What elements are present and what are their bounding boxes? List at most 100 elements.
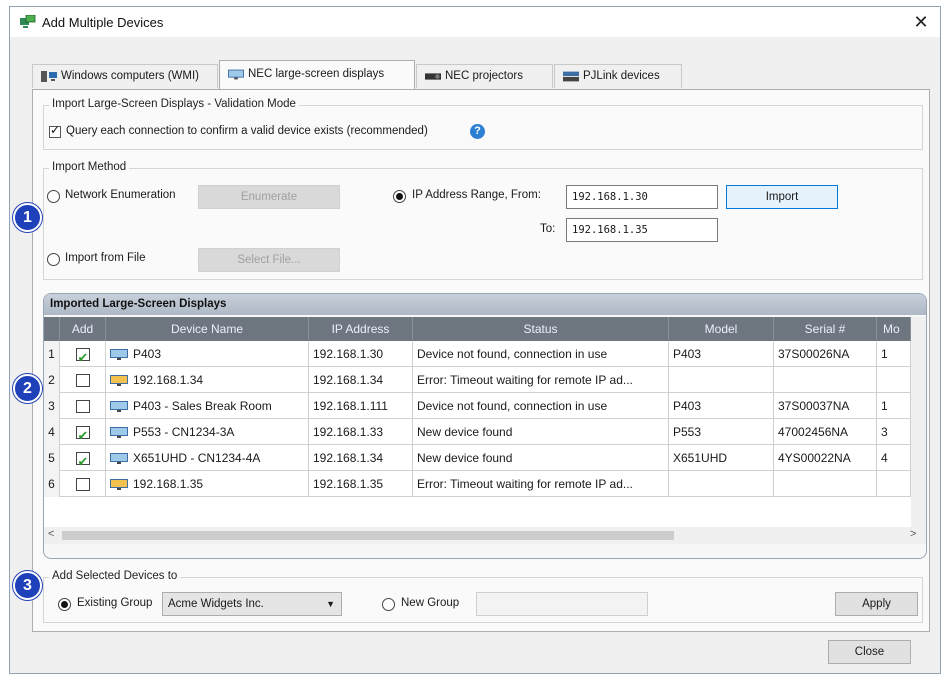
add-checkbox-cell[interactable] (60, 367, 106, 393)
close-icon[interactable]: ✕ (910, 11, 932, 33)
model-cell: P553 (669, 419, 774, 445)
ip-address-cell: 192.168.1.111 (309, 393, 413, 419)
tab-nec-projectors[interactable]: NEC projectors (416, 64, 553, 88)
devices-grid: Add Device Name IP Address Status Model … (44, 317, 926, 527)
column-header[interactable]: Add (60, 317, 106, 341)
ip-from-field[interactable]: 192.168.1.30 (566, 185, 718, 209)
serial-cell: 37S00026NA (774, 341, 877, 367)
close-button[interactable]: Close (828, 640, 911, 664)
add-device-checkbox[interactable] (75, 345, 90, 366)
enumerate-button[interactable]: Enumerate (198, 185, 340, 209)
vertical-scrollbar[interactable] (911, 317, 926, 527)
table-row[interactable]: 5 X651UHD - CN1234-4A 192.168.1.34New devi… (44, 445, 926, 471)
device-name-cell: 192.168.1.34 (106, 367, 309, 393)
query-connection-checkbox[interactable] (49, 123, 61, 138)
table-row[interactable]: 1 P403 192.168.1.30Device not found, conne… (44, 341, 926, 367)
select-file-button[interactable]: Select File... (198, 248, 340, 272)
add-device-checkbox[interactable] (75, 449, 90, 470)
tab-pjlink-devices[interactable]: PJLink devices (554, 64, 682, 88)
status-cell: Error: Timeout waiting for remote IP ad.… (413, 367, 669, 393)
windows-computers-icon (41, 71, 57, 82)
grid-header-row: Add Device Name IP Address Status Model … (44, 317, 926, 341)
scroll-left-arrow[interactable]: < (48, 528, 54, 540)
ip-address-cell: 192.168.1.34 (309, 445, 413, 471)
device-name-cell: 192.168.1.35 (106, 471, 309, 497)
column-header[interactable]: Model (669, 317, 774, 341)
new-group-radio[interactable] (382, 598, 395, 611)
mo-cell: 1 (877, 341, 911, 367)
import-from-file-radio[interactable] (47, 253, 60, 266)
model-cell: P403 (669, 393, 774, 419)
imported-panel-title: Imported Large-Screen Displays (44, 294, 926, 315)
device-name-cell: P403 - Sales Break Room (106, 393, 309, 419)
new-group-field[interactable] (476, 592, 648, 616)
projector-icon (425, 73, 441, 80)
import-method-group: Import Method Network Enumeration Enumer… (43, 161, 923, 280)
status-cell: New device found (413, 445, 669, 471)
add-checkbox-cell[interactable] (60, 445, 106, 471)
apply-button[interactable]: Apply (835, 592, 918, 616)
serial-cell: 37S00037NA (774, 393, 877, 419)
device-name: P403 - Sales Break Room (133, 399, 272, 413)
scroll-right-arrow[interactable]: > (910, 528, 916, 540)
unknown-display-icon (110, 375, 128, 387)
model-cell: P403 (669, 341, 774, 367)
add-device-checkbox[interactable] (75, 374, 90, 388)
display-icon (110, 427, 128, 439)
display-icon (110, 401, 128, 413)
column-header[interactable]: Mo (877, 317, 911, 341)
row-number: 4 (44, 419, 60, 445)
column-header[interactable]: Status (413, 317, 669, 341)
add-checkbox-cell[interactable] (60, 393, 106, 419)
dialog-window: Add Multiple Devices ✕ Windows computers… (9, 6, 941, 674)
table-row[interactable]: 3 P403 - Sales Break Room 192.168.1.111 Dev… (44, 393, 926, 419)
device-name: X651UHD - CN1234-4A (133, 451, 261, 465)
device-name: P553 - CN1234-3A (133, 425, 235, 439)
device-name-cell: P553 - CN1234-3A (106, 419, 309, 445)
help-icon[interactable]: ? (470, 124, 485, 139)
add-checkbox-cell[interactable] (60, 419, 106, 445)
tab-label: Windows computers (WMI) (61, 70, 200, 82)
tab-label: NEC large-screen displays (248, 68, 385, 80)
horizontal-scroll-thumb[interactable] (62, 531, 674, 540)
status-cell: Error: Timeout waiting for remote IP ad.… (413, 471, 669, 497)
device-name-cell: X651UHD - CN1234-4A (106, 445, 309, 471)
add-device-checkbox[interactable] (75, 478, 90, 492)
table-row[interactable]: 2 192.168.1.34 192.168.1.34 Error: Timeout … (44, 367, 926, 393)
existing-group-value: Acme Widgets Inc. (168, 598, 264, 610)
existing-group-radio[interactable] (58, 598, 71, 611)
add-selected-group: Add Selected Devices to Existing Group A… (43, 570, 923, 623)
mo-cell: 3 (877, 419, 911, 445)
existing-group-select[interactable]: Acme Widgets Inc. ▼ (162, 592, 342, 616)
query-connection-label: Query each connection to confirm a valid… (66, 125, 428, 137)
status-cell: Device not found, connection in use (413, 341, 669, 367)
serial-cell (774, 471, 877, 497)
pjlink-icon (563, 71, 579, 82)
column-header[interactable]: IP Address (309, 317, 413, 341)
import-method-label: Import Method (49, 161, 130, 173)
import-button[interactable]: Import (726, 185, 838, 209)
tab-windows-computers[interactable]: Windows computers (WMI) (32, 64, 218, 88)
unknown-display-icon (110, 479, 128, 491)
column-header[interactable]: Serial # (774, 317, 877, 341)
column-header[interactable]: Device Name (106, 317, 309, 341)
window-title: Add Multiple Devices (42, 15, 164, 30)
table-row[interactable]: 4 P553 - CN1234-3A 192.168.1.33New device … (44, 419, 926, 445)
add-selected-label: Add Selected Devices to (49, 570, 181, 582)
existing-group-label: Existing Group (77, 597, 153, 609)
ip-to-field[interactable]: 192.168.1.35 (566, 218, 718, 242)
add-device-checkbox[interactable] (75, 423, 90, 444)
ip-range-radio[interactable] (393, 190, 406, 203)
tab-content-pane: Import Large-Screen Displays - Validatio… (32, 89, 930, 632)
add-device-checkbox[interactable] (75, 400, 90, 414)
status-cell: Device not found, connection in use (413, 393, 669, 419)
network-enumeration-radio[interactable] (47, 190, 60, 203)
display-icon (228, 69, 244, 80)
mo-cell: 1 (877, 393, 911, 419)
tab-label: NEC projectors (445, 70, 523, 82)
table-row[interactable]: 6 192.168.1.35 192.168.1.35 Error: Timeout … (44, 471, 926, 497)
tab-nec-large-screen[interactable]: NEC large-screen displays (219, 60, 415, 89)
add-checkbox-cell[interactable] (60, 341, 106, 367)
add-checkbox-cell[interactable] (60, 471, 106, 497)
horizontal-scrollbar[interactable]: < > (44, 527, 926, 544)
